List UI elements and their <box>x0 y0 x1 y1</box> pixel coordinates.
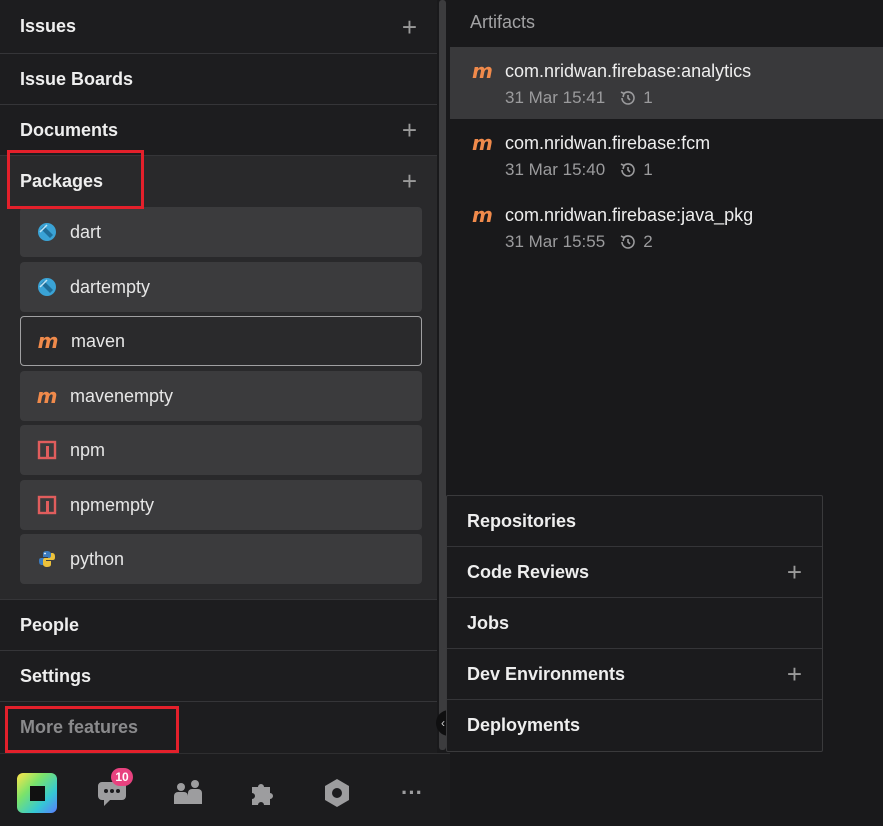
artifact-meta: 31 Mar 15:55 2 <box>505 232 653 252</box>
popup-item-repositories[interactable]: Repositories <box>447 496 822 547</box>
maven-icon: m <box>36 384 58 408</box>
sidebar-item-label: Documents <box>20 119 119 140</box>
packages-panel: Packages + dart dartempty m maven m mave… <box>0 156 437 600</box>
sidebar-item-label: Issues <box>20 16 77 36</box>
maven-icon: m <box>37 329 59 353</box>
more-features-popup: Repositories Code Reviews + Jobs Dev Env… <box>446 495 823 752</box>
popup-item-dev-environments[interactable]: Dev Environments + <box>447 649 822 700</box>
artifacts-title: Artifacts <box>470 12 536 32</box>
chat-unread-badge: 10 <box>111 768 133 786</box>
sidebar: Issues + Issue Boards Documents + Packag… <box>0 0 437 753</box>
artifact-date: 31 Mar 15:55 <box>505 232 606 251</box>
settings-hex-icon[interactable] <box>317 773 357 813</box>
sidebar-item-label: Issue Boards <box>20 68 134 89</box>
python-icon <box>36 548 58 570</box>
artifact-name: com.nridwan.firebase:java_pkg <box>505 205 754 225</box>
popup-item-label: Deployments <box>467 715 581 735</box>
popup-item-deployments[interactable]: Deployments <box>447 700 822 751</box>
package-item-npm[interactable]: npm <box>20 425 422 475</box>
popup-item-label: Repositories <box>467 510 577 531</box>
artifact-name: com.nridwan.firebase:analytics <box>505 61 752 81</box>
npm-icon <box>36 494 58 516</box>
artifact-name: com.nridwan.firebase:fcm <box>505 133 711 153</box>
add-code-review-icon[interactable]: + <box>787 557 802 588</box>
package-item-dart[interactable]: dart <box>20 207 422 257</box>
popup-item-jobs[interactable]: Jobs <box>447 598 822 649</box>
package-item-dartempty[interactable]: dartempty <box>20 262 422 312</box>
popup-item-label: Dev Environments <box>467 663 626 684</box>
popup-item-label: Code Reviews <box>467 561 590 582</box>
sidebar-item-label: People <box>20 614 80 635</box>
sidebar-scrollbar[interactable] <box>439 0 446 750</box>
artifact-version-count: 1 <box>643 88 653 107</box>
sidebar-item-issues[interactable]: Issues + <box>0 0 437 54</box>
artifact-row[interactable]: m com.nridwan.firebase:analytics 31 Mar … <box>450 47 883 119</box>
popup-item-code-reviews[interactable]: Code Reviews + <box>447 547 822 598</box>
package-item-label: npmempty <box>70 494 155 515</box>
history-icon <box>620 235 635 249</box>
npm-icon <box>36 439 58 461</box>
sidebar-item-people[interactable]: People <box>0 600 437 651</box>
sidebar-item-label: Settings <box>20 665 92 686</box>
more-features-button[interactable]: More features <box>0 702 437 753</box>
chat-icon[interactable]: 10 <box>92 768 133 813</box>
package-item-label: python <box>70 548 125 569</box>
artifact-meta: 31 Mar 15:40 1 <box>505 160 653 180</box>
maven-icon: m <box>472 131 493 155</box>
more-icon[interactable]: ··· <box>392 773 432 813</box>
artifact-version-count: 2 <box>643 232 653 251</box>
add-dev-environment-icon[interactable]: + <box>787 659 802 690</box>
sidebar-item-packages[interactable]: Packages + <box>0 156 437 206</box>
package-item-label: mavenempty <box>70 385 174 406</box>
artifact-version-count: 1 <box>643 160 653 179</box>
artifact-meta: 31 Mar 15:41 1 <box>505 88 653 108</box>
package-item-mavenempty[interactable]: m mavenempty <box>20 371 422 421</box>
add-issue-icon[interactable]: + <box>402 14 417 40</box>
more-features-label: More features <box>20 717 139 737</box>
chevron-left-icon: ‹ <box>441 716 445 730</box>
team-icon[interactable] <box>168 773 208 813</box>
maven-icon: m <box>472 203 493 227</box>
artifact-date: 31 Mar 15:41 <box>505 88 606 107</box>
extensions-icon[interactable] <box>242 773 282 813</box>
artifact-date: 31 Mar 15:40 <box>505 160 606 179</box>
artifact-row[interactable]: m com.nridwan.firebase:fcm 31 Mar 15:40 … <box>450 119 883 191</box>
maven-icon: m <box>472 59 493 83</box>
sidebar-item-issue-boards[interactable]: Issue Boards <box>0 54 437 105</box>
package-item-maven[interactable]: m maven <box>20 316 422 366</box>
artifact-row[interactable]: m com.nridwan.firebase:java_pkg 31 Mar 1… <box>450 191 883 263</box>
package-item-label: npm <box>70 439 106 460</box>
dart-icon <box>36 221 58 243</box>
package-item-python[interactable]: python <box>20 534 422 584</box>
add-document-icon[interactable]: + <box>402 117 417 143</box>
app-logo[interactable] <box>17 773 57 813</box>
sidebar-item-settings[interactable]: Settings <box>0 651 437 702</box>
dart-icon <box>36 276 58 298</box>
add-package-icon[interactable]: + <box>402 166 417 197</box>
package-item-npmempty[interactable]: npmempty <box>20 480 422 530</box>
sidebar-item-documents[interactable]: Documents + <box>0 105 437 156</box>
history-icon <box>620 163 635 177</box>
sidebar-item-label: Packages <box>20 170 104 191</box>
package-item-label: maven <box>71 330 126 351</box>
bottom-toolbar: 10 ··· <box>0 753 450 826</box>
popup-item-label: Jobs <box>467 612 510 633</box>
package-item-label: dart <box>70 221 102 242</box>
history-icon <box>620 91 635 105</box>
package-item-label: dartempty <box>70 276 151 297</box>
